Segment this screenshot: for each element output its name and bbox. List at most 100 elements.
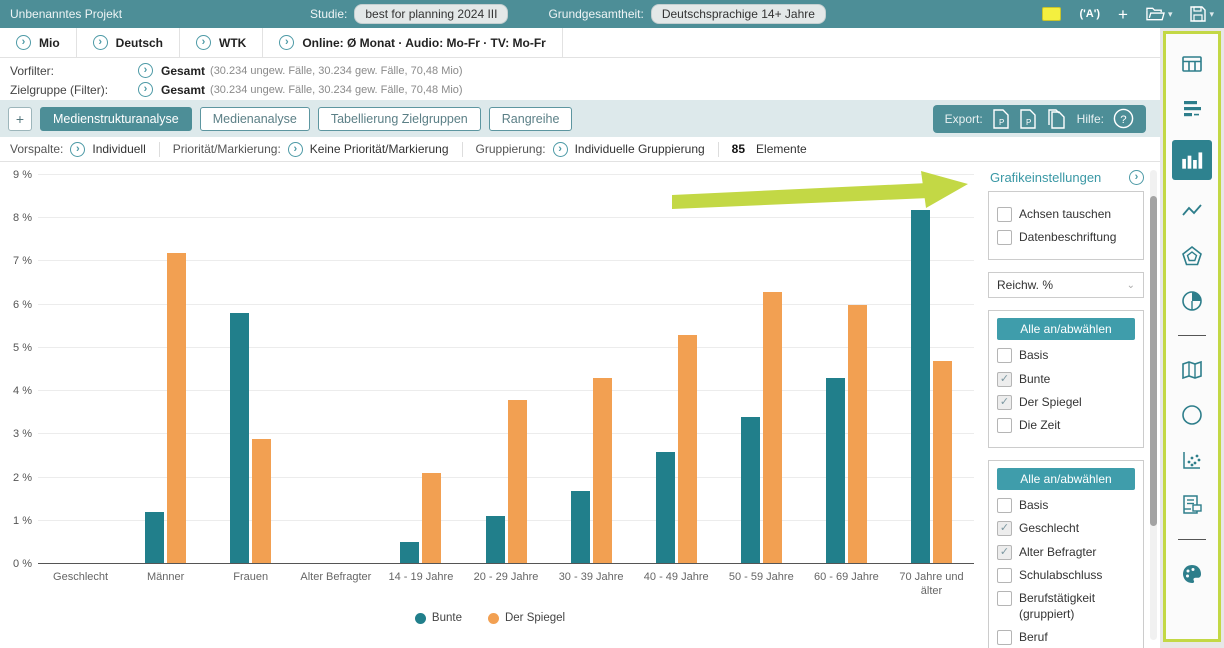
checkbox[interactable] [997,418,1012,433]
toolbar-item-online[interactable]: ›Online: Ø Monat · Audio: Mo-Fr · TV: Mo… [263,28,563,57]
legend-dot [488,613,499,624]
export-ppt-button[interactable]: P [1019,109,1037,129]
report-icon[interactable] [1178,491,1206,519]
target-toggle-all-button[interactable]: Alle an/abwählen [997,468,1135,490]
radar-chart-icon[interactable] [1178,242,1206,270]
add-icon[interactable]: + [1118,6,1128,23]
table-icon[interactable] [1178,50,1206,78]
vertical-bar-chart-icon[interactable] [1172,140,1212,180]
chevron-circle-icon[interactable]: › [138,82,153,97]
y-axis-tick: 6 % [13,299,32,311]
divider [1178,335,1206,336]
open-project-button[interactable]: ▾ [1146,6,1173,22]
checkbox[interactable]: ✓ [997,521,1012,536]
header-actions: ('A') + ▾ ▾ [1042,6,1214,23]
map-icon[interactable] [1178,356,1206,384]
x-axis-label: 30 - 39 Jahre [549,571,634,599]
elements-count: 85 Elemente [732,142,807,156]
notes-icon[interactable] [1042,7,1061,21]
zielgruppe-row: Zielgruppe (Filter): › Gesamt (30.234 un… [10,80,1160,99]
checkbox-item[interactable]: Berufstätigkeit (gruppiert) [997,590,1135,622]
media-box: Alle an/abwählen Basis ✓Bunte ✓Der Spiegel… [988,310,1144,448]
checkbox-item[interactable]: Beruf [997,629,1135,645]
checkbox[interactable] [997,498,1012,513]
study-pill[interactable]: best for planning 2024 III [354,4,508,24]
filter-section: Vorfilter: › Gesamt (30.234 ungew. Fälle… [0,58,1160,100]
checkbox-item[interactable]: Basis [997,347,1135,363]
bar-group [378,175,463,564]
pie-chart-icon[interactable] [1178,287,1206,315]
palette-icon[interactable] [1178,560,1206,588]
line-chart-icon[interactable] [1178,197,1206,225]
checkbox-item[interactable]: Basis [997,497,1135,513]
checkbox-item[interactable]: Datenbeschriftung [997,229,1135,245]
checkbox[interactable] [997,591,1012,606]
checkbox[interactable]: ✓ [997,545,1012,560]
bar [826,378,845,564]
media-toggle-all-button[interactable]: Alle an/abwählen [997,318,1135,340]
divider [1178,539,1206,540]
vorfilter-value[interactable]: Gesamt [161,64,205,78]
gruppierung-setting[interactable]: Gruppierung: › Individuelle Gruppierung [476,142,705,157]
language-icon[interactable]: ('A') [1079,8,1100,20]
checkbox-item[interactable]: ✓Geschlecht [997,520,1135,536]
vorspalte-setting[interactable]: Vorspalte: › Individuell [10,142,146,157]
tab-tabellierung-zielgruppen[interactable]: Tabellierung Zielgruppen [318,107,481,131]
checkbox-item[interactable]: ✓Bunte [997,371,1135,387]
help-button[interactable]: ? [1113,108,1134,129]
metric-select[interactable]: Reichw. % ⌄ [988,272,1144,298]
checkbox[interactable]: ✓ [997,395,1012,410]
tab-medienstrukturanalyse[interactable]: Medienstrukturanalyse [40,107,192,131]
checkbox[interactable] [997,207,1012,222]
export-label: Export: [945,112,983,126]
x-axis-label: 70 Jahre und älter [889,571,974,599]
checkbox[interactable] [997,348,1012,363]
toolbar-item-deutsch[interactable]: ›Deutsch [77,28,180,57]
tab-medienanalyse[interactable]: Medienanalyse [200,107,310,131]
collapse-panel-icon[interactable]: › [1129,170,1144,185]
checkbox[interactable] [997,568,1012,583]
prioritaet-setting[interactable]: Priorität/Markierung: › Keine Priorität/… [173,142,449,157]
bar [593,378,612,564]
save-project-button[interactable]: ▾ [1190,6,1214,22]
y-axis-tick: 7 % [13,255,32,267]
bar-group [208,175,293,564]
checkbox-label: Datenbeschriftung [1019,229,1116,245]
horizontal-bar-chart-icon[interactable] [1178,95,1206,123]
bar-group [634,175,719,564]
universe-pill[interactable]: Deutschsprachige 14+ Jahre [651,4,826,24]
checkbox-item[interactable]: ✓Alter Befragter [997,544,1135,560]
circle-chart-icon[interactable] [1178,401,1206,429]
bar-group [889,175,974,564]
checkbox-item[interactable]: Die Zeit [997,417,1135,433]
bar [571,491,590,564]
panel-scrollbar-thumb[interactable] [1150,196,1157,526]
checkbox[interactable]: ✓ [997,372,1012,387]
scatter-chart-icon[interactable] [1178,446,1206,474]
bar-group [123,175,208,564]
chevron-circle-icon: › [70,142,85,157]
checkbox-item[interactable]: Schulabschluss [997,567,1135,583]
add-analysis-button[interactable]: + [8,107,32,131]
bar [933,361,952,564]
tab-rangreihe[interactable]: Rangreihe [489,107,573,131]
toolbar-item-mio[interactable]: ›Mio [0,28,77,57]
toolbar-item-wtk[interactable]: ›WTK [180,28,263,57]
chart-legend: BunteDer Spiegel [0,612,980,624]
checkbox[interactable] [997,230,1012,245]
export-copy-button[interactable] [1046,109,1068,129]
svg-text:P: P [999,118,1004,127]
panel-scrollbar-track[interactable] [1150,170,1157,640]
export-pdf-button[interactable]: P [992,109,1010,129]
checkbox-item[interactable]: ✓Der Spiegel [997,394,1135,410]
checkbox[interactable] [997,630,1012,645]
chevron-circle-icon: › [279,35,294,50]
metric-select-value: Reichw. % [997,278,1053,292]
x-axis-label: Alter Befragter [293,571,378,599]
zielgruppe-value[interactable]: Gesamt [161,83,205,97]
bar-group [804,175,889,564]
checkbox-item[interactable]: Achsen tauschen [997,206,1135,222]
chevron-circle-icon[interactable]: › [138,63,153,78]
bar [400,542,419,564]
y-axis-tick: 1 % [13,515,32,527]
